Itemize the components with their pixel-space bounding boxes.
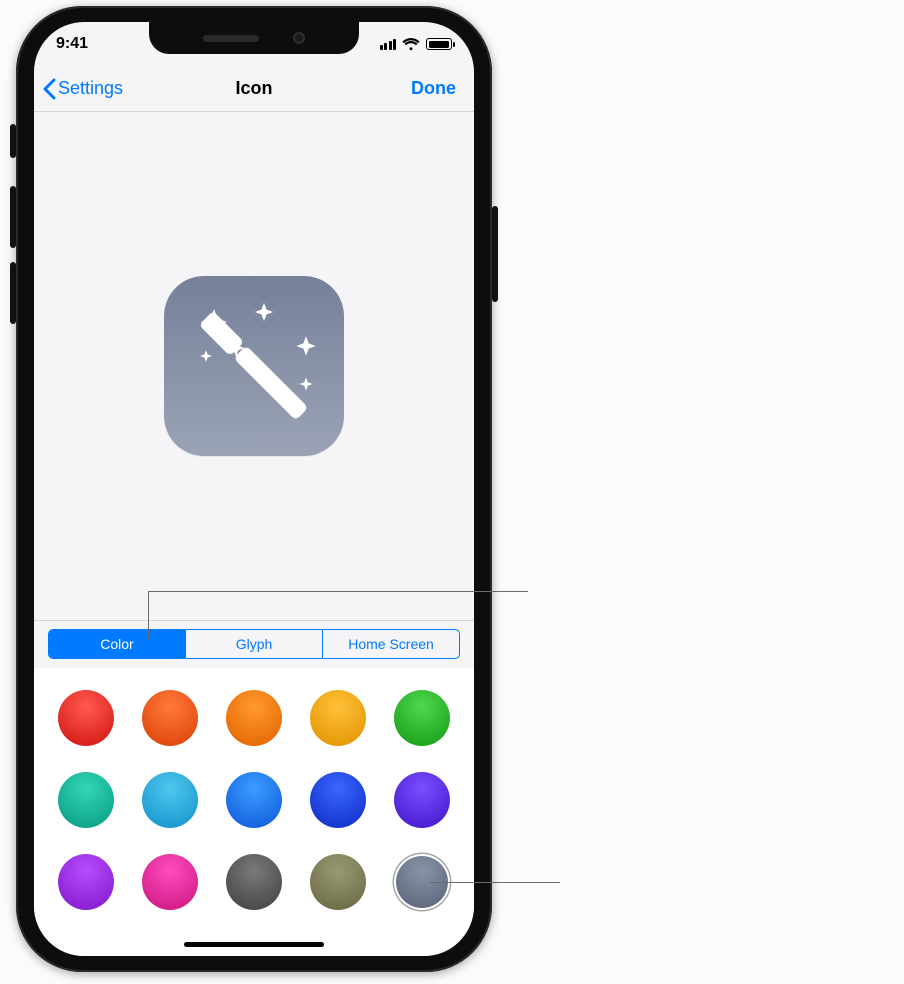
wifi-icon [402,38,420,51]
color-swatch-cyan[interactable] [142,772,198,828]
status-time: 9:41 [56,35,88,53]
color-grid [58,690,450,910]
volume-up-button [10,186,16,248]
battery-icon [426,38,452,50]
color-swatch-orange[interactable] [226,690,282,746]
color-swatch-blue[interactable] [310,772,366,828]
callout-leader [430,882,560,883]
segment-color[interactable]: Color [49,630,186,658]
screen: 9:41 Settings Icon Done [34,22,474,956]
chevron-left-icon [42,78,56,100]
phone-frame: 9:41 Settings Icon Done [16,6,492,972]
segmented-control: ColorGlyphHome Screen [48,629,460,659]
magic-wand-icon [164,276,344,456]
side-button [492,206,498,302]
color-swatch-violet[interactable] [394,772,450,828]
color-swatch-sky[interactable] [226,772,282,828]
status-bar: 9:41 [34,22,474,66]
icon-preview-area [34,112,474,620]
segment-home-screen[interactable]: Home Screen [323,630,459,658]
back-label: Settings [58,78,123,99]
color-swatch-magenta[interactable] [142,854,198,910]
icon-preview-tile [164,276,344,456]
color-swatch-purple[interactable] [58,854,114,910]
color-swatch-olive[interactable] [310,854,366,910]
callout-leader [148,591,528,592]
cellular-signal-icon [380,39,397,50]
segment-glyph[interactable]: Glyph [186,630,323,658]
color-swatch-gray-dark[interactable] [226,854,282,910]
silence-switch [10,124,16,158]
volume-down-button [10,262,16,324]
back-button[interactable]: Settings [38,74,127,104]
callout-leader [148,591,149,639]
color-swatch-vermilion[interactable] [142,690,198,746]
color-picker-panel [34,668,474,956]
color-swatch-red[interactable] [58,690,114,746]
done-button[interactable]: Done [403,74,464,103]
segmented-row: ColorGlyphHome Screen [34,620,474,670]
nav-bar: Settings Icon Done [34,66,474,112]
color-swatch-green[interactable] [394,690,450,746]
color-swatch-teal[interactable] [58,772,114,828]
home-indicator[interactable] [184,942,324,947]
color-swatch-amber[interactable] [310,690,366,746]
